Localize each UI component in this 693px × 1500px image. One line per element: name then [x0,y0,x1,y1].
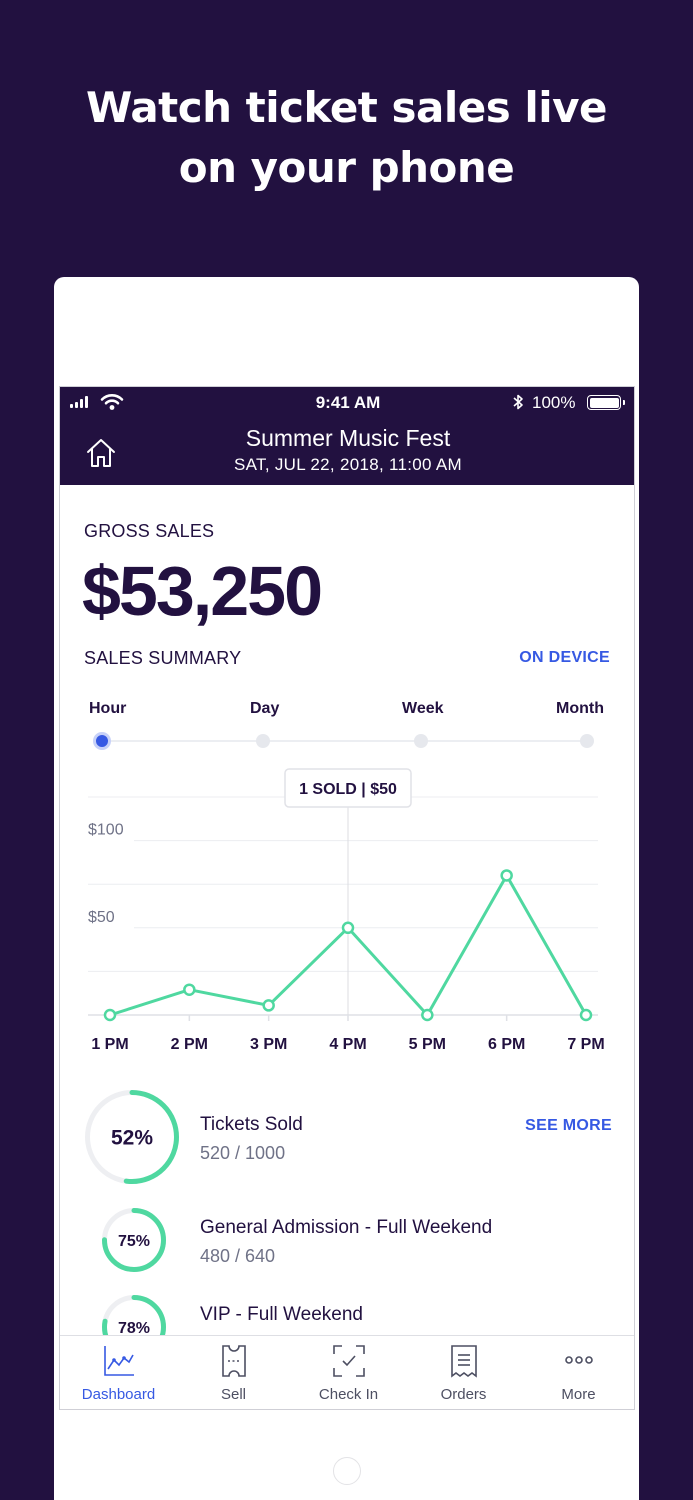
ring-percent: 52% [111,1127,153,1150]
y-tick-label: $50 [88,909,115,926]
event-title: Summer Music Fest [245,425,451,451]
range-dot-week[interactable] [414,734,428,748]
data-point[interactable] [103,1008,117,1022]
range-dot-day[interactable] [256,734,270,748]
range-track [102,740,589,742]
x-tick-label: 1 PM [91,1036,128,1053]
ticket-type-name: VIP - Full Weekend [200,1304,363,1325]
chart-icon [61,1344,176,1380]
scan-icon [291,1344,406,1380]
tab-label: Orders [440,1386,487,1403]
data-point[interactable] [579,1008,593,1022]
x-tick-label: 6 PM [488,1036,525,1053]
gross-sales-value: $53,250 [82,552,323,630]
phone-home-button [333,1457,361,1485]
gross-sales-label: GROSS SALES [84,521,215,541]
tab-label: More [561,1386,596,1403]
data-point[interactable] [183,983,196,996]
tickets-sold-ring: 52% [85,1090,179,1184]
battery-icon [587,395,625,410]
tab-bar: Dashboard Sell Check In Orders More [60,1335,634,1409]
data-point[interactable] [341,921,355,935]
y-tick-label: $100 [88,822,124,839]
x-tick-label: 5 PM [409,1036,446,1053]
see-more-link[interactable]: SEE MORE [525,1117,612,1135]
tab-dashboard[interactable]: Dashboard [61,1336,176,1409]
x-tick-label: 4 PM [329,1036,366,1053]
tab-sell[interactable]: Sell [176,1336,291,1409]
ticket-icon [176,1344,291,1380]
status-bar: 9:41 AM 100% [60,387,634,417]
bluetooth-icon [513,394,523,410]
event-date: SAT, JUL 22, 2018, 11:00 AM [234,455,462,474]
tickets-sold-count: 520 / 1000 [200,1143,286,1163]
more-icon [521,1344,634,1380]
receipt-icon [406,1344,521,1380]
range-option-week[interactable]: Week [402,700,444,718]
tickets-sold-title: Tickets Sold [200,1114,303,1135]
general-admission-ring: 75% [102,1208,166,1272]
range-dot-month[interactable] [580,734,594,748]
x-tick-label: 2 PM [171,1036,208,1053]
range-option-day[interactable]: Day [250,700,279,718]
ring-percent: 75% [118,1233,150,1250]
ticket-type-name: General Admission - Full Weekend [200,1217,493,1238]
tab-label: Check In [318,1386,379,1403]
range-option-month[interactable]: Month [556,700,604,718]
x-tick-label: 3 PM [250,1036,287,1053]
sales-chart: $100 $50 1 PM 2 PM 3 PM 4 PM 5 PM 6 PM 7 PM 1 SOL… [86,768,605,1053]
promo-headline-line1: Watch ticket sales live [85,83,608,132]
data-point[interactable] [421,1008,434,1022]
chart-tooltip-text: 1 SOLD | $50 [299,781,397,798]
tab-orders[interactable]: Orders [406,1336,521,1409]
tab-check-in[interactable]: Check In [291,1336,406,1409]
ticket-type-count: 480 / 640 [200,1246,276,1266]
tab-more[interactable]: More [521,1336,634,1409]
battery-percent: 100% [532,393,576,412]
sales-summary-label: SALES SUMMARY [84,648,242,668]
promo-headline-line2: on your phone [178,143,515,192]
range-dot-hour[interactable] [93,732,111,750]
event-header: Summer Music Fest SAT, JUL 22, 2018, 11:… [60,417,634,485]
data-point[interactable] [262,999,275,1012]
tab-label: Sell [220,1386,246,1403]
on-device-link[interactable]: ON DEVICE [519,649,610,667]
promo-headline: Watch ticket sales live on your phone [0,78,693,198]
app-screen: 9:41 AM 100% Summer Music Fest SAT, JUL … [59,386,635,1410]
tab-label: Dashboard [81,1386,156,1403]
range-option-hour[interactable]: Hour [89,700,126,718]
data-point[interactable] [500,869,513,882]
x-tick-label: 7 PM [567,1036,604,1053]
